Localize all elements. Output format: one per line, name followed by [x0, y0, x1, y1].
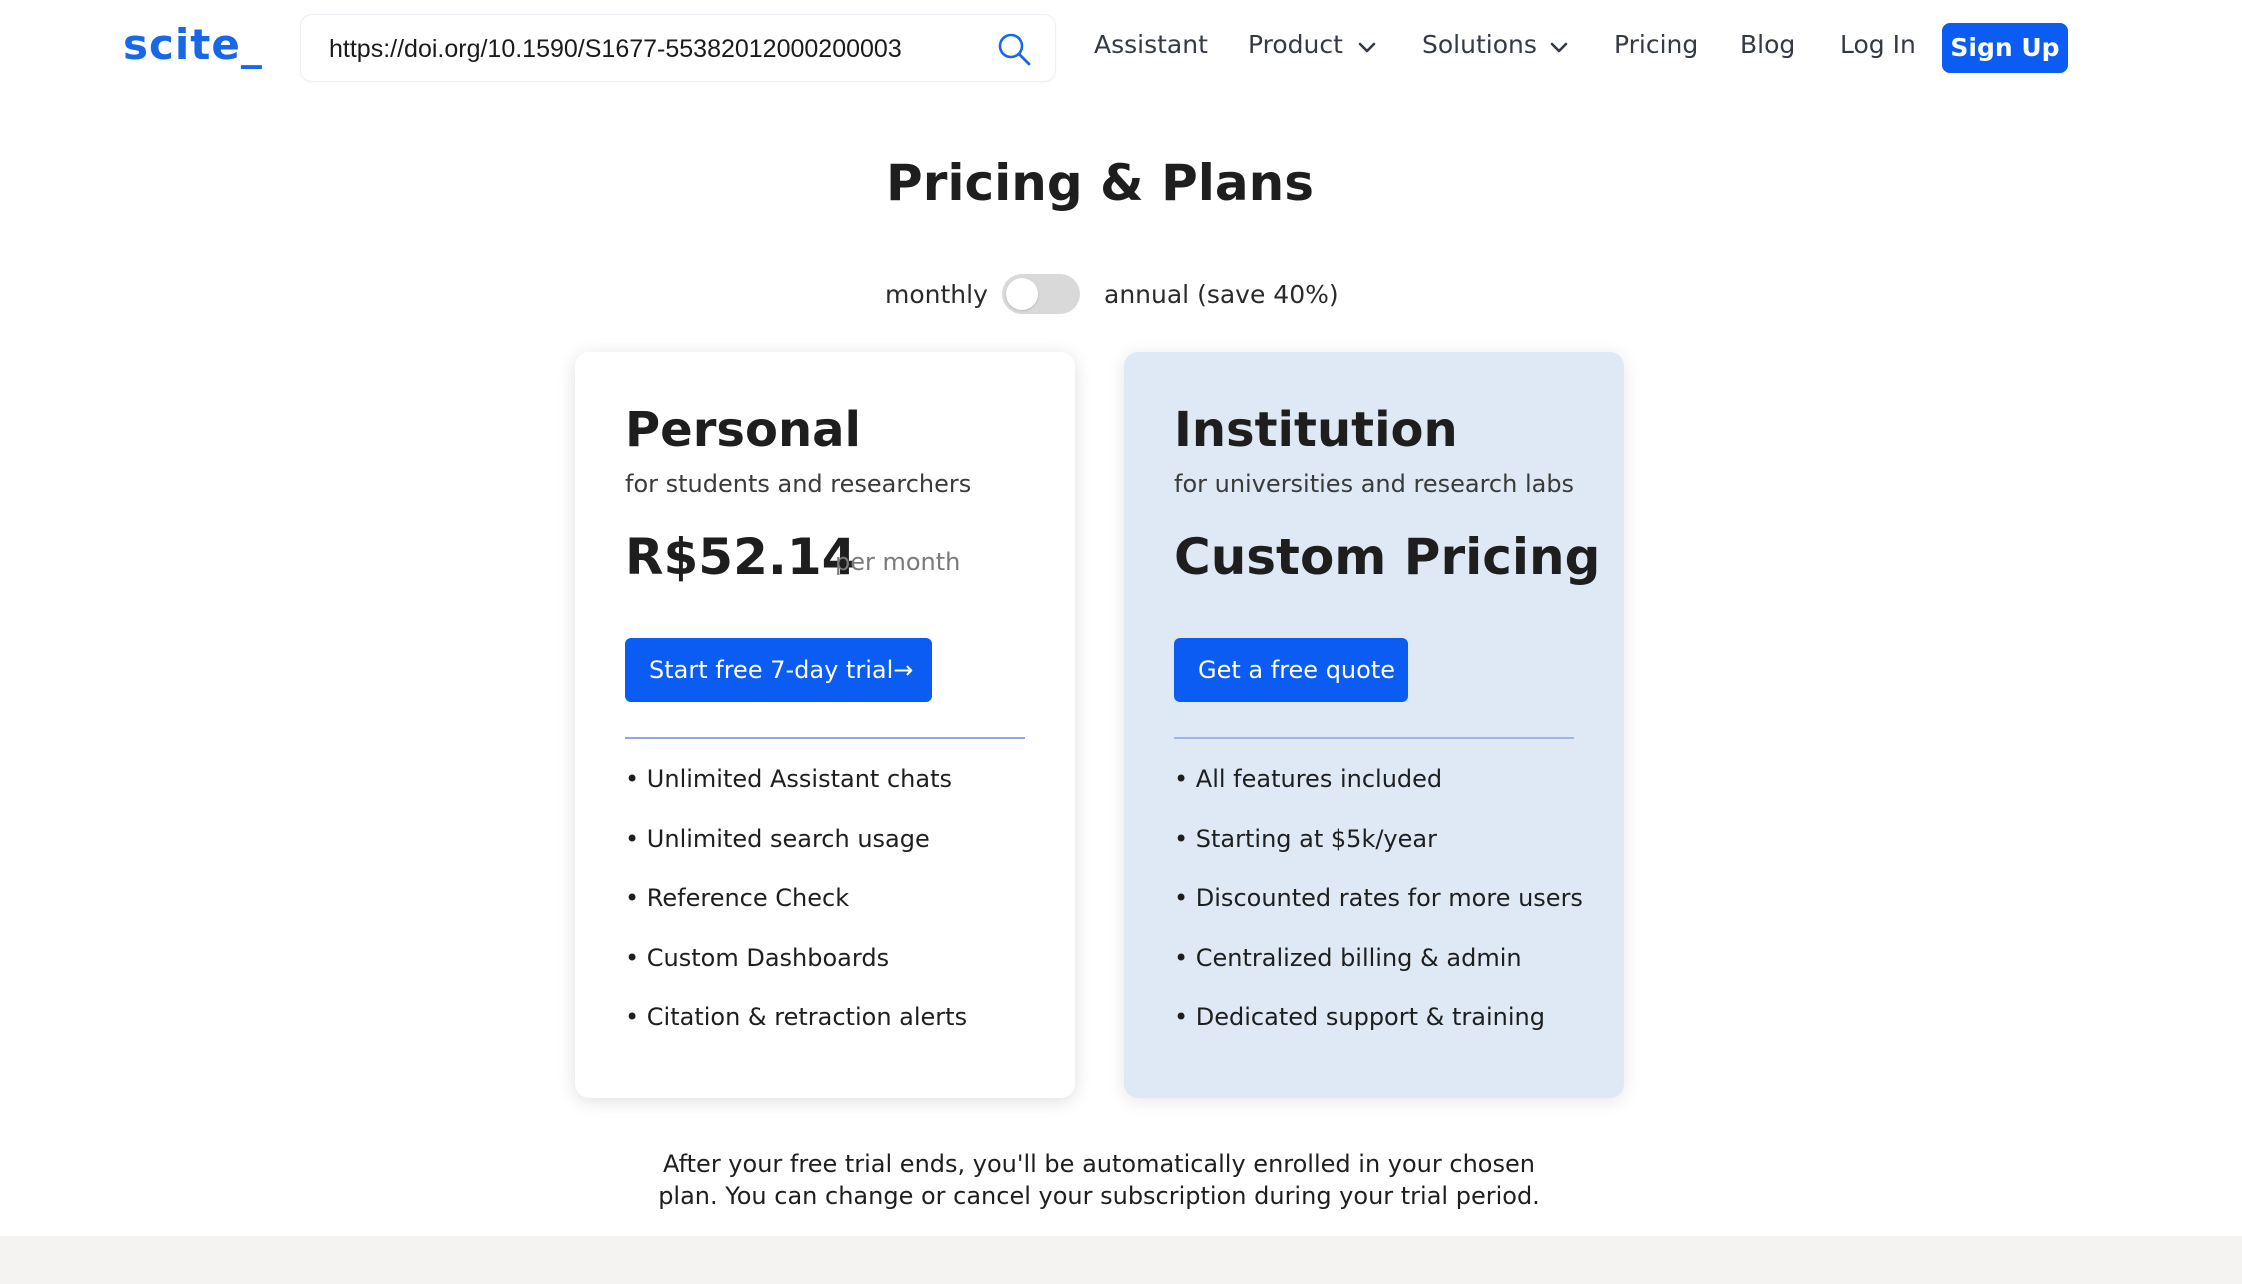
start-trial-button[interactable]: Start free 7-day trial→ [625, 638, 932, 702]
feature-item: • Unlimited search usage [625, 824, 930, 853]
divider [625, 737, 1025, 739]
divider [1174, 737, 1574, 739]
nav-blog[interactable]: Blog [1740, 30, 1795, 59]
page-title: Pricing & Plans [886, 154, 1314, 212]
plan-name: Personal [625, 402, 861, 458]
search-icon[interactable] [995, 30, 1033, 68]
plan-price: Custom Pricing [1174, 528, 1601, 586]
search-box[interactable] [300, 14, 1056, 82]
billing-monthly-label[interactable]: monthly [885, 280, 988, 309]
plan-subtitle: for universities and research labs [1174, 470, 1575, 498]
billing-period-toggle[interactable] [1002, 274, 1080, 314]
plan-price: R$52.14 [625, 528, 857, 586]
plan-card-personal: Personal for students and researchers R$… [575, 352, 1075, 1098]
plan-card-institution: Institution for universities and researc… [1124, 352, 1624, 1098]
feature-item: • Reference Check [625, 884, 850, 912]
chevron-down-icon[interactable] [1357, 41, 1377, 55]
feature-item: • All features included [1174, 765, 1443, 793]
feature-item: • Citation & retraction alerts [625, 1003, 968, 1031]
chevron-down-icon[interactable] [1549, 41, 1569, 55]
plan-name: Institution [1174, 402, 1458, 458]
get-quote-button[interactable]: Get a free quote [1174, 638, 1408, 702]
nav-product[interactable]: Product [1248, 30, 1343, 59]
nav-pricing[interactable]: Pricing [1614, 30, 1698, 59]
feature-item: • Discounted rates for more users [1174, 884, 1583, 912]
nav-assistant[interactable]: Assistant [1094, 30, 1208, 59]
feature-list: • All features included • Starting at $5… [1174, 764, 1583, 1062]
nav-login[interactable]: Log In [1840, 30, 1916, 59]
feature-item: • Dedicated support & training [1174, 1003, 1545, 1031]
top-navbar: scite_ Assistant Product Solutions Prici… [0, 0, 2242, 96]
feature-item: • Custom Dashboards [625, 943, 890, 972]
footer-band [0, 1236, 2242, 1284]
plan-subtitle: for students and researchers [625, 470, 972, 498]
feature-list: • Unlimited Assistant chats • Unlimited … [625, 764, 967, 1062]
billing-annual-label[interactable]: annual (save 40%) [1104, 280, 1339, 309]
scite-logo[interactable]: scite_ [123, 20, 263, 69]
nav-solutions[interactable]: Solutions [1422, 30, 1537, 59]
trial-note-line: After your free trial ends, you'll be au… [663, 1150, 1535, 1178]
feature-item: • Unlimited Assistant chats [625, 765, 952, 793]
signup-button[interactable]: Sign Up [1942, 23, 2068, 73]
trial-note: After your free trial ends, you'll be au… [0, 1148, 2198, 1212]
feature-item: • Centralized billing & admin [1174, 943, 1522, 972]
plan-price-period: per month [835, 548, 961, 576]
feature-item: • Starting at $5k/year [1174, 824, 1437, 853]
trial-note-line: plan. You can change or cancel your subs… [658, 1182, 1540, 1210]
toggle-knob [1006, 278, 1038, 310]
search-input[interactable] [329, 29, 969, 69]
